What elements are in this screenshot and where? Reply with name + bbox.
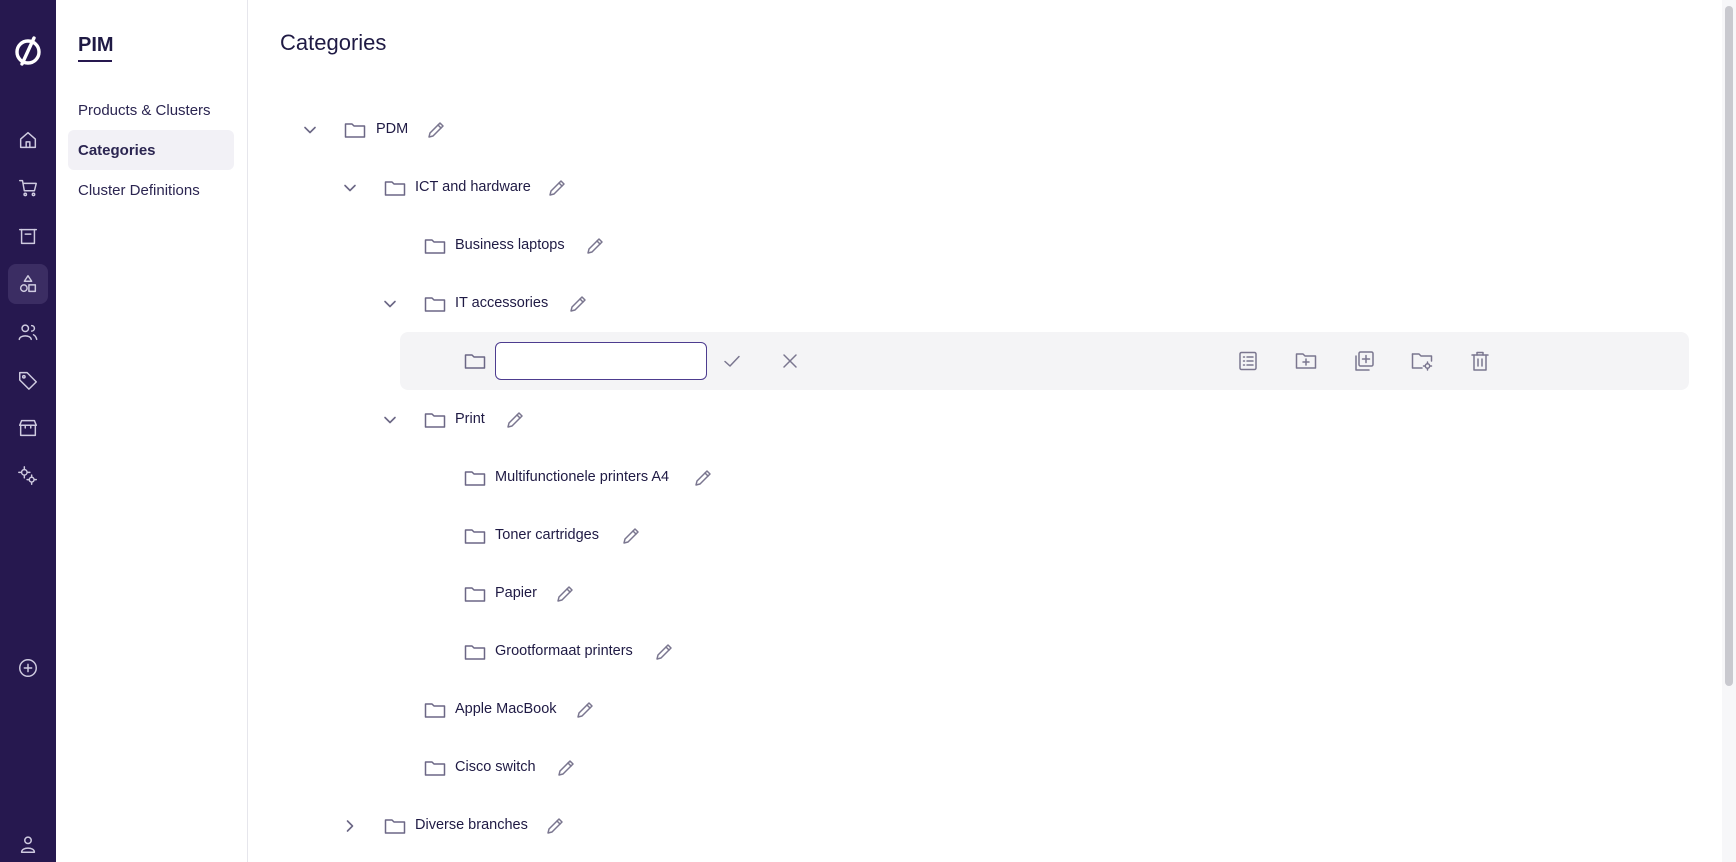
tree-label-grootformaat-printers[interactable]: Grootformaat printers	[495, 643, 633, 659]
chevron-down-icon[interactable]	[380, 294, 400, 314]
settings-gears-icon[interactable]	[8, 456, 48, 496]
pencil-edit-icon[interactable]	[555, 584, 575, 604]
users-icon[interactable]	[8, 312, 48, 352]
cart-icon[interactable]	[8, 168, 48, 208]
tree-label-cisco-switch[interactable]: Cisco switch	[455, 759, 536, 775]
folder-icon	[424, 294, 446, 314]
folder-icon	[424, 236, 446, 256]
folder-icon	[464, 526, 486, 546]
folder-icon	[424, 758, 446, 778]
tree-label-pdm[interactable]: PDM	[376, 121, 408, 137]
tree-label-diverse-branches[interactable]: Diverse branches	[415, 817, 528, 833]
pencil-edit-icon[interactable]	[575, 700, 595, 720]
icon-rail	[0, 0, 56, 862]
sidebar-item-cluster-definitions[interactable]: Cluster Definitions	[68, 170, 234, 210]
pencil-edit-icon[interactable]	[547, 178, 567, 198]
sidebar-item-categories[interactable]: Categories	[68, 130, 234, 170]
folder-icon	[384, 178, 406, 198]
pencil-edit-icon[interactable]	[556, 758, 576, 778]
scrollbar-thumb[interactable]	[1725, 6, 1733, 686]
pencil-edit-icon[interactable]	[693, 468, 713, 488]
chevron-down-icon[interactable]	[380, 410, 400, 430]
pencil-edit-icon[interactable]	[585, 236, 605, 256]
page-title: Categories	[280, 30, 387, 55]
storefront-icon[interactable]	[8, 408, 48, 448]
vertical-scrollbar[interactable]	[1722, 0, 1736, 862]
tree-label-papier[interactable]: Papier	[495, 585, 537, 601]
pencil-edit-icon[interactable]	[545, 816, 565, 836]
archive-box-icon[interactable]	[8, 216, 48, 256]
tree-label-print[interactable]: Print	[455, 411, 485, 427]
pencil-edit-icon[interactable]	[426, 120, 446, 140]
folder-icon	[384, 816, 406, 836]
add-circle-icon[interactable]	[8, 648, 48, 688]
tree-label-apple-macbook[interactable]: Apple MacBook	[455, 701, 557, 717]
cancel-close-icon[interactable]	[778, 349, 802, 373]
new-category-edit-row	[400, 332, 1689, 390]
folder-add-icon[interactable]	[1294, 349, 1318, 373]
main-content: Categories PDM ICT and hardware Business…	[249, 0, 1720, 862]
tree-label-toner-cartridges[interactable]: Toner cartridges	[495, 527, 599, 543]
user-profile-icon[interactable]	[8, 826, 48, 862]
pencil-edit-icon[interactable]	[621, 526, 641, 546]
folder-icon	[464, 351, 486, 371]
tree-label-ict-and-hardware[interactable]: ICT and hardware	[415, 179, 531, 195]
chevron-down-icon[interactable]	[340, 178, 360, 198]
pencil-edit-icon[interactable]	[654, 642, 674, 662]
module-sidebar: PIM Products & Clusters Categories Clust…	[56, 0, 248, 862]
tree-label-business-laptops[interactable]: Business laptops	[455, 237, 565, 253]
module-title: PIM	[78, 34, 114, 56]
tree-label-multifunctionele-printers-a4[interactable]: Multifunctionele printers A4	[495, 469, 669, 485]
duplicate-add-icon[interactable]	[1352, 349, 1376, 373]
confirm-check-icon[interactable]	[720, 349, 744, 373]
folder-icon	[344, 120, 366, 140]
app-logo-icon[interactable]	[12, 34, 44, 68]
tag-icon[interactable]	[8, 360, 48, 400]
pencil-edit-icon[interactable]	[505, 410, 525, 430]
folder-settings-icon[interactable]	[1410, 349, 1434, 373]
app-root: PIM Products & Clusters Categories Clust…	[0, 0, 1736, 862]
folder-icon	[424, 700, 446, 720]
shapes-icon[interactable]	[8, 264, 48, 304]
sidebar-item-products-clusters[interactable]: Products & Clusters	[68, 90, 234, 130]
folder-icon	[464, 584, 486, 604]
chevron-down-icon[interactable]	[300, 120, 320, 140]
folder-icon	[424, 410, 446, 430]
pencil-edit-icon[interactable]	[568, 294, 588, 314]
trash-delete-icon[interactable]	[1468, 349, 1492, 373]
folder-icon	[464, 642, 486, 662]
tree-label-it-accessories[interactable]: IT accessories	[455, 295, 548, 311]
list-details-icon[interactable]	[1236, 349, 1260, 373]
folder-icon	[464, 468, 486, 488]
home-icon[interactable]	[8, 120, 48, 160]
chevron-right-icon[interactable]	[340, 816, 360, 836]
category-name-input[interactable]	[495, 342, 707, 380]
module-title-underline	[78, 60, 112, 62]
